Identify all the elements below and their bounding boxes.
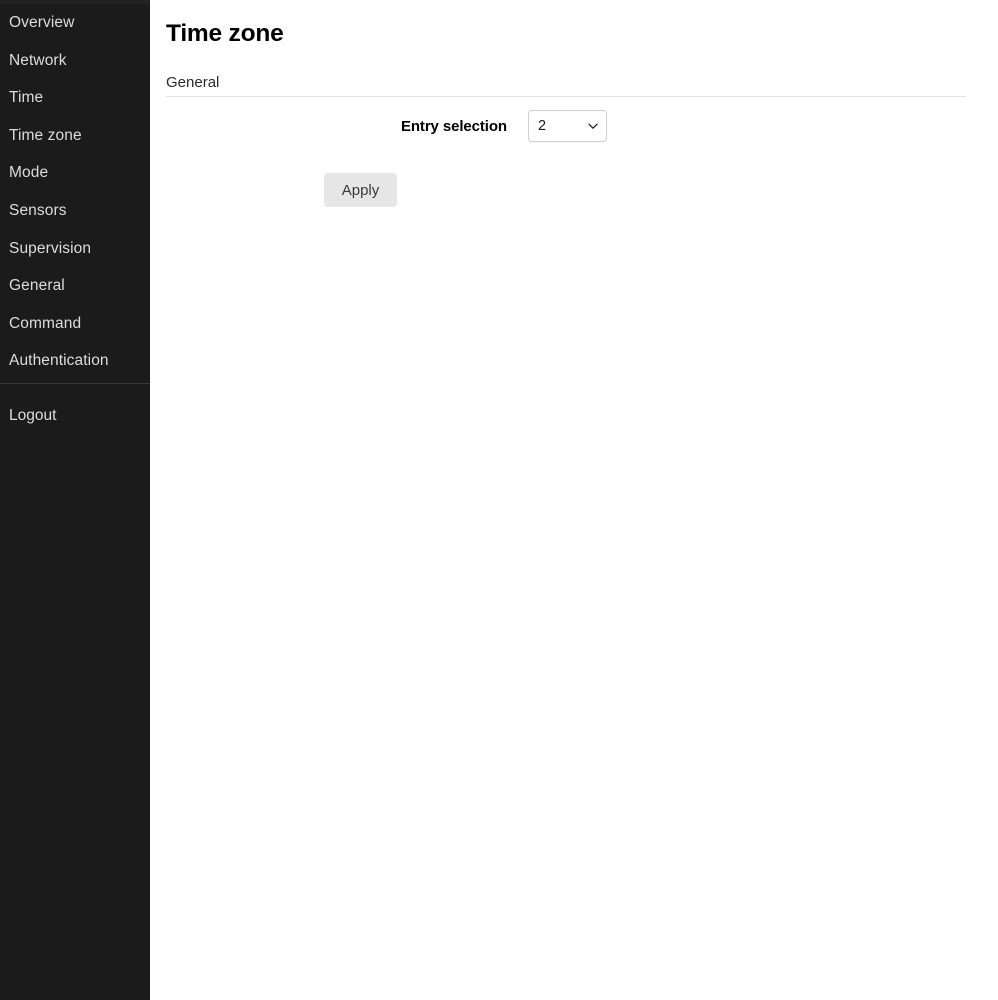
sidebar-item-label: Overview	[9, 14, 75, 31]
sidebar-item-command[interactable]: Command	[0, 305, 150, 343]
sidebar-item-logout[interactable]: Logout	[0, 397, 150, 435]
section-title: General	[166, 74, 220, 91]
sidebar-item-label: Mode	[9, 164, 49, 182]
sidebar-item-time[interactable]: Time	[0, 79, 150, 117]
sidebar-item-label: Command	[9, 314, 82, 332]
sidebar-item-supervision[interactable]: Supervision	[0, 230, 150, 268]
sidebar-item-list: Overview Network Time Time zone Mode Sen…	[0, 4, 150, 380]
page-title: Time zone	[166, 20, 284, 47]
section-divider	[166, 96, 966, 97]
sidebar-item-label: Time zone	[9, 126, 82, 144]
entry-selection-select[interactable]: 1234	[528, 110, 607, 142]
app-window: Overview Network Time Time zone Mode Sen…	[0, 0, 998, 1000]
sidebar-item-label: General	[9, 277, 65, 295]
sidebar-item-time-zone[interactable]: Time zone	[0, 117, 150, 155]
sidebar-item-label: Supervision	[9, 239, 92, 257]
sidebar-footer: Logout	[0, 384, 150, 435]
sidebar-navigation: Overview Network Time Time zone Mode Sen…	[0, 0, 150, 1000]
section-header-general: General	[166, 73, 966, 97]
main-content: Time zone General Entry selection 1234 A…	[150, 0, 998, 1000]
entry-selection-select-wrapper: 1234	[528, 110, 607, 142]
entry-selection-row: Entry selection 1234	[150, 110, 607, 142]
sidebar-item-general[interactable]: General	[0, 267, 150, 305]
sidebar-item-label: Authentication	[9, 352, 109, 370]
apply-button[interactable]: Apply	[324, 173, 397, 207]
sidebar-top-strip	[0, 0, 150, 4]
sidebar-item-label: Network	[9, 51, 67, 69]
sidebar-item-label: Time	[9, 89, 44, 107]
sidebar-item-label: Sensors	[9, 201, 67, 219]
logout-label: Logout	[9, 406, 57, 424]
sidebar-item-network[interactable]: Network	[0, 42, 150, 80]
sidebar-item-authentication[interactable]: Authentication	[0, 342, 150, 380]
entry-selection-label: Entry selection	[400, 117, 507, 135]
sidebar-item-mode[interactable]: Mode	[0, 154, 150, 192]
sidebar-item-sensors[interactable]: Sensors	[0, 192, 150, 230]
sidebar-item-overview[interactable]: Overview	[0, 4, 150, 42]
